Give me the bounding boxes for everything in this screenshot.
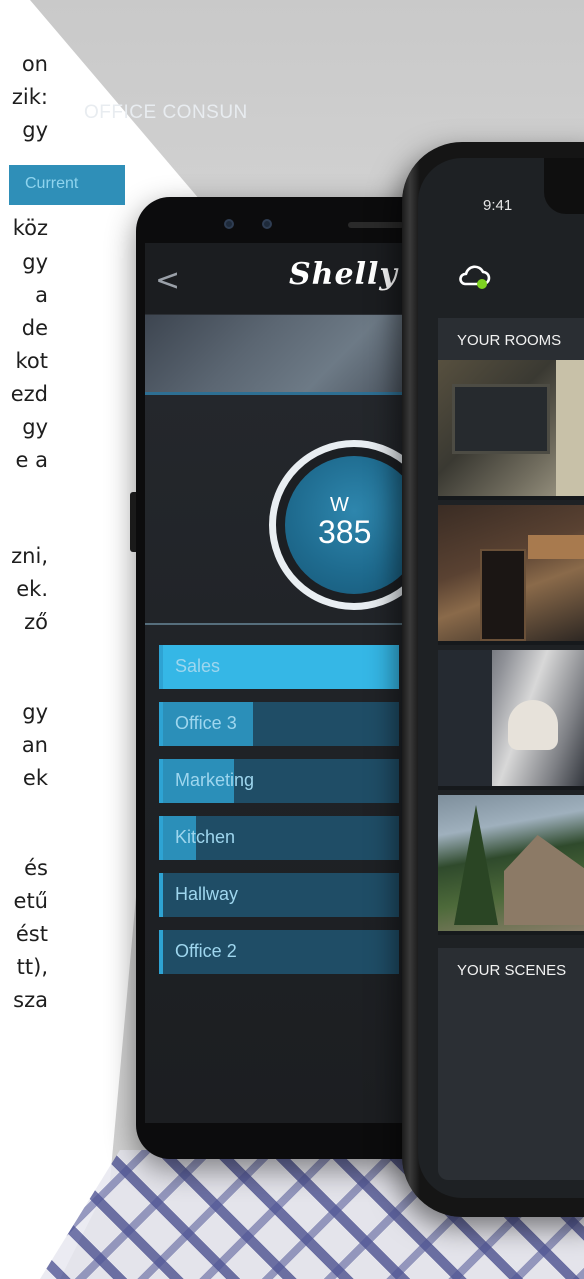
scenes-area (438, 990, 584, 1180)
room-bar-label: Sales (175, 656, 221, 676)
side-button (130, 492, 136, 552)
article-fragment: ést (15, 922, 48, 946)
camera-icon (224, 219, 234, 229)
article-fragment: ek. (16, 577, 48, 601)
room-bar-label: Office 3 (175, 713, 237, 733)
divider (145, 623, 407, 625)
room-bar[interactable]: Office 2 (159, 930, 399, 974)
sensor-icon (262, 219, 272, 229)
article-fragment: an (21, 733, 48, 757)
tab-current[interactable]: Current (9, 165, 125, 205)
room-bar[interactable]: Kitchen (159, 816, 399, 860)
room-tile[interactable] (438, 360, 584, 500)
article-fragment: gy (22, 415, 48, 439)
article-fragment: e a (15, 448, 48, 472)
office-banner-image (145, 315, 407, 395)
page-title: OFFICE CONSUN (84, 102, 248, 123)
article-fragment: sza (13, 988, 48, 1012)
room-tile[interactable] (438, 795, 584, 935)
back-chevron-icon[interactable]: < (155, 263, 180, 298)
article-fragment: on (21, 52, 48, 76)
room-bar-label: Hallway (175, 884, 239, 904)
article-fragment: ezd (10, 382, 48, 406)
room-bar-label: Marketing (175, 770, 255, 790)
room-bar[interactable]: Sales (159, 645, 399, 689)
room-bar-label: Office 2 (175, 941, 237, 961)
room-tile[interactable] (438, 505, 584, 645)
room-bar[interactable]: Office 3 (159, 702, 399, 746)
app-header: < Shelly (145, 243, 407, 315)
article-fragment: kot (15, 349, 49, 373)
phone-notch (544, 158, 584, 214)
brand-logo: Shelly (289, 257, 398, 292)
room-bar[interactable]: Marketing (159, 759, 399, 803)
article-fragment: ző (24, 610, 48, 634)
article-fragment: zik: (11, 85, 48, 109)
article-fragment: tt), (16, 955, 48, 979)
article-fragment: gy (22, 118, 48, 142)
article-fragment: gy (22, 250, 48, 274)
rooms-section-title: YOUR ROOMS (438, 318, 584, 360)
gauge-value: 385 (318, 514, 372, 550)
article-fragment: a (35, 283, 48, 307)
scenes-section-title: YOUR SCENES (438, 948, 584, 990)
article-fragment: és (24, 856, 48, 880)
article-fragment: etű (13, 889, 48, 913)
room-tile[interactable] (438, 650, 584, 790)
cloud-icon[interactable] (456, 258, 492, 294)
speaker-grille (348, 222, 404, 228)
room-bar-label: Kitchen (175, 827, 236, 847)
article-fragment: ek (22, 766, 48, 790)
status-time: 9:41 (483, 197, 513, 214)
article-fragment: köz (12, 216, 48, 240)
article-fragment: gy (22, 700, 48, 724)
room-bar[interactable]: Hallway (159, 873, 399, 917)
article-fragment: de (21, 316, 48, 340)
article-fragment: zni, (11, 544, 48, 568)
